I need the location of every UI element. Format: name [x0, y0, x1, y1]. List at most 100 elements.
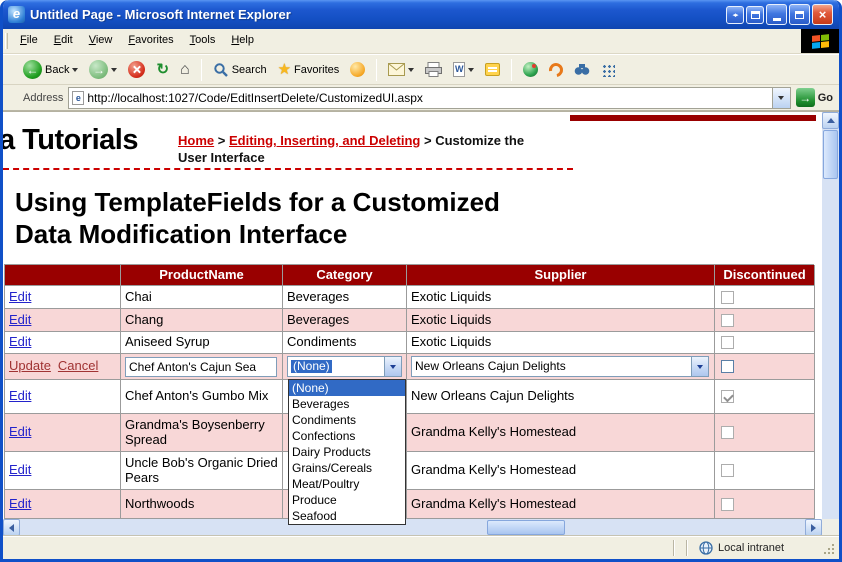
- table-row: Edit Uncle Bob's Organic Dried Pears Gra…: [5, 452, 814, 490]
- address-label: Address: [19, 92, 63, 104]
- category-select-button[interactable]: [384, 357, 401, 376]
- dropdown-option[interactable]: Beverages: [289, 396, 405, 412]
- stop-icon: [128, 61, 145, 78]
- header-actions: [5, 265, 121, 286]
- vertical-scroll-thumb[interactable]: [823, 130, 838, 179]
- breadcrumb-section-link[interactable]: Editing, Inserting, and Deleting: [229, 133, 420, 148]
- media-button[interactable]: [346, 60, 369, 79]
- horizontal-scrollbar[interactable]: [3, 519, 822, 535]
- favorites-button[interactable]: ★ Favorites: [274, 60, 344, 79]
- edit-link[interactable]: Edit: [9, 463, 31, 478]
- minimize-button[interactable]: [766, 4, 787, 25]
- discontinued-checkbox: [721, 336, 734, 349]
- resize-grip[interactable]: [832, 552, 834, 554]
- menu-bar: File Edit View Favorites Tools Help: [3, 29, 839, 54]
- edit-link[interactable]: Edit: [9, 290, 31, 305]
- search-icon: [213, 62, 229, 78]
- dropdown-option[interactable]: Produce: [289, 492, 405, 508]
- cancel-link[interactable]: Cancel: [58, 359, 98, 374]
- menu-edit[interactable]: Edit: [46, 29, 81, 53]
- go-arrow-icon: →: [796, 88, 815, 107]
- print-button[interactable]: [421, 60, 446, 79]
- horizontal-scroll-thumb[interactable]: [487, 520, 565, 535]
- edit-link[interactable]: Edit: [9, 389, 31, 404]
- product-name-input[interactable]: [125, 357, 277, 377]
- edit-button[interactable]: W: [449, 60, 478, 79]
- cell-product: Chai: [121, 286, 283, 309]
- minimize-icon: [773, 18, 781, 21]
- search-button[interactable]: Search: [209, 60, 271, 80]
- breadcrumb: Home > Editing, Inserting, and Deleting …: [178, 132, 550, 166]
- dropdown-option[interactable]: (None): [289, 380, 405, 396]
- stop-button[interactable]: [124, 59, 149, 80]
- address-input[interactable]: [84, 91, 771, 105]
- menubar-grip[interactable]: [5, 33, 8, 49]
- ie-logo-icon: e: [8, 6, 25, 23]
- discontinued-checkbox: [721, 498, 734, 511]
- go-button[interactable]: → Go: [796, 88, 833, 107]
- mail-dropdown-icon: [408, 68, 414, 72]
- plugin-button-3[interactable]: [570, 61, 594, 78]
- refresh-button[interactable]: ↻: [152, 60, 173, 79]
- edit-link[interactable]: Edit: [9, 335, 31, 350]
- menu-tools[interactable]: Tools: [182, 29, 224, 53]
- toolbar-separator: [376, 59, 377, 81]
- dropdown-option[interactable]: Condiments: [289, 412, 405, 428]
- vertical-scrollbar[interactable]: [822, 112, 839, 535]
- close-button[interactable]: ×: [812, 4, 833, 25]
- menu-view[interactable]: View: [81, 29, 121, 53]
- header-discontinued: Discontinued: [715, 265, 815, 286]
- local-intranet-icon: [699, 541, 713, 555]
- browser-window: e Untitled Page - Microsoft Internet Exp…: [0, 0, 842, 562]
- scroll-up-button[interactable]: [822, 112, 839, 129]
- edit-link[interactable]: Edit: [9, 497, 31, 512]
- supplier-select[interactable]: New Orleans Cajun Delights: [411, 356, 709, 377]
- orb-icon: [523, 62, 538, 77]
- discuss-button[interactable]: [481, 61, 504, 78]
- table-row: Edit Aniseed Syrup Condiments Exotic Liq…: [5, 332, 814, 354]
- home-button[interactable]: ⌂: [176, 60, 194, 80]
- mail-button[interactable]: [384, 61, 418, 78]
- cell-category: Beverages: [283, 286, 407, 309]
- forward-button[interactable]: →: [85, 58, 121, 81]
- binoculars-icon: [574, 63, 590, 76]
- dropdown-option[interactable]: Grains/Cereals: [289, 460, 405, 476]
- supplier-select-button[interactable]: [691, 357, 708, 376]
- discontinued-checkbox[interactable]: [721, 360, 734, 373]
- discontinued-checkbox: [721, 314, 734, 327]
- plugin-button-1[interactable]: [519, 60, 542, 79]
- cell-product: Aniseed Syrup: [121, 332, 283, 354]
- supplier-select-value: New Orleans Cajun Delights: [415, 360, 566, 374]
- menu-file[interactable]: File: [12, 29, 46, 53]
- plugin-button-4[interactable]: [597, 61, 619, 79]
- address-dropdown-button[interactable]: [772, 88, 790, 108]
- cell-product: Northwoods: [121, 490, 283, 519]
- edit-link[interactable]: Edit: [9, 425, 31, 440]
- dotted-grid-icon: [601, 63, 615, 77]
- back-button[interactable]: ← Back: [19, 58, 82, 81]
- dropdown-option[interactable]: Confections: [289, 428, 405, 444]
- dropdown-option[interactable]: Seafood: [289, 508, 405, 524]
- dropdown-option[interactable]: Dairy Products: [289, 444, 405, 460]
- table-row: Edit Grandma's Boysenberry Spread Grandm…: [5, 414, 814, 452]
- maximize-button[interactable]: [789, 4, 810, 25]
- titlebar-box-button[interactable]: [746, 6, 764, 24]
- scroll-right-button[interactable]: [805, 519, 822, 535]
- category-select[interactable]: (None): [287, 356, 402, 377]
- products-grid: ProductName Category Supplier Discontinu…: [4, 264, 814, 519]
- titlebar-arrows-button[interactable]: ◂▸: [726, 6, 744, 24]
- breadcrumb-home-link[interactable]: Home: [178, 133, 214, 148]
- plugin-button-2[interactable]: [545, 61, 567, 79]
- dropdown-option[interactable]: Meat/Poultry: [289, 476, 405, 492]
- cell-category: Beverages: [283, 309, 407, 332]
- cell-supplier: New Orleans Cajun Delights: [407, 380, 715, 414]
- scroll-up-icon: [827, 118, 835, 123]
- discuss-icon: [485, 63, 500, 76]
- scroll-left-button[interactable]: [3, 519, 20, 535]
- edit-link[interactable]: Edit: [9, 313, 31, 328]
- menu-favorites[interactable]: Favorites: [120, 29, 181, 53]
- update-link[interactable]: Update: [9, 359, 51, 374]
- menu-help[interactable]: Help: [223, 29, 262, 53]
- cell-product: Uncle Bob's Organic Dried Pears: [121, 452, 283, 490]
- swoosh-icon: [547, 60, 566, 79]
